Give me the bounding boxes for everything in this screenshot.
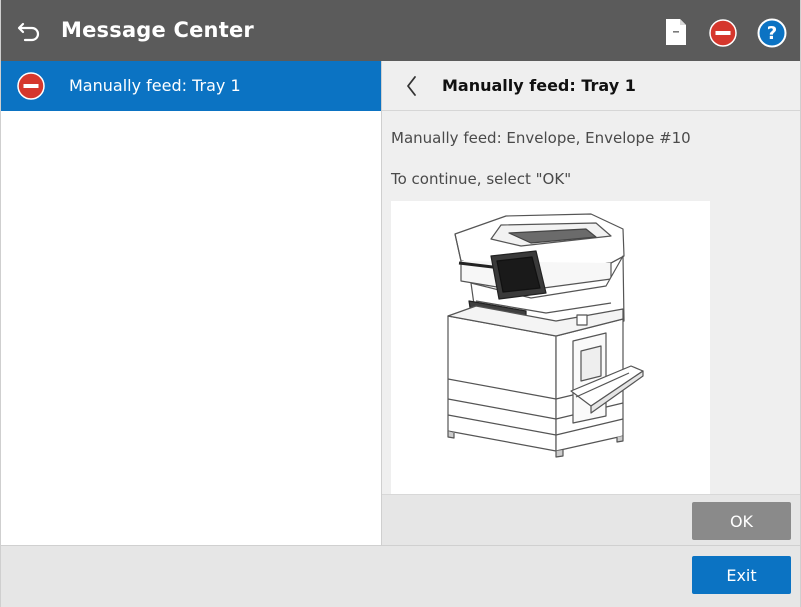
page-title: Message Center — [61, 18, 254, 42]
printer-icon — [447, 213, 644, 458]
exit-button[interactable]: Exit — [692, 556, 791, 594]
bottom-bar: Exit — [1, 545, 800, 607]
help-symbol: ? — [767, 23, 777, 44]
stop-icon — [17, 72, 45, 100]
help-icon[interactable]: ? — [757, 18, 787, 48]
printer-illustration — [391, 201, 710, 494]
instruction-text: Manually feed: Envelope, Envelope #10 — [391, 129, 691, 147]
list-item-manual-feed[interactable]: Manually feed: Tray 1 — [1, 61, 381, 111]
list-item-label: Manually feed: Tray 1 — [69, 76, 241, 95]
title-bar: Message Center ? — [1, 0, 800, 61]
detail-footer: OK — [382, 494, 800, 546]
continue-text: To continue, select "OK" — [391, 170, 572, 188]
screen: Message Center ? Manually feed: Tray 1 M… — [0, 0, 801, 607]
chevron-left-icon[interactable] — [404, 75, 420, 97]
back-arrow-icon[interactable] — [17, 20, 43, 42]
detail-header: Manually feed: Tray 1 — [382, 61, 800, 111]
detail-body: Manually feed: Envelope, Envelope #10 To… — [382, 111, 800, 494]
detail-title: Manually feed: Tray 1 — [442, 76, 636, 95]
document-icon[interactable] — [665, 18, 687, 46]
message-list: Manually feed: Tray 1 — [1, 61, 381, 545]
ok-button[interactable]: OK — [692, 502, 791, 540]
stop-icon[interactable] — [709, 19, 737, 47]
